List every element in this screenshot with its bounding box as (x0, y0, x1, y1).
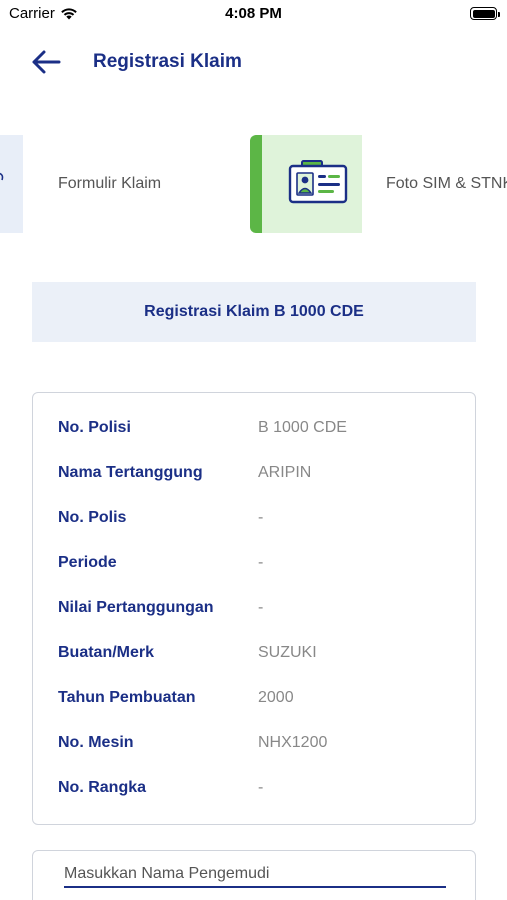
back-button[interactable] (30, 48, 70, 76)
step-foto-sim-stnk[interactable]: Foto SIM & STNK (386, 175, 507, 193)
info-row: No. Polisi B 1000 CDE (58, 419, 458, 441)
info-label: Buatan/Merk (58, 644, 155, 661)
info-label: No. Polisi (58, 419, 131, 436)
arrow-left-icon (32, 50, 61, 74)
claim-registration-title: Registrasi Klaim B 1000 CDE (144, 303, 364, 320)
step-foto-sim-stnk-active[interactable] (250, 135, 362, 233)
info-row: Periode - (58, 554, 458, 576)
battery-icon (470, 7, 500, 20)
status-bar: Carrier 4:08 PM (0, 0, 507, 28)
info-row: Nama Tertanggung ARIPIN (58, 464, 458, 486)
driver-name-card (32, 850, 476, 900)
info-label: Nilai Pertanggungan (58, 599, 214, 616)
info-label: No. Mesin (58, 734, 134, 751)
info-value: - (258, 554, 264, 571)
info-value: 2000 (258, 689, 294, 706)
info-row: No. Mesin NHX1200 (58, 734, 458, 756)
status-time: 4:08 PM (225, 5, 282, 22)
driver-name-input[interactable] (64, 862, 446, 888)
claim-registration-header: Registrasi Klaim B 1000 CDE (32, 282, 476, 342)
info-label: No. Polis (58, 509, 127, 526)
info-label: Periode (58, 554, 117, 571)
info-value: - (258, 599, 264, 616)
info-row: No. Rangka - (58, 779, 458, 801)
info-row: No. Polis - (58, 509, 458, 531)
navigation-bar: Registrasi Klaim (0, 40, 507, 84)
info-row: Buatan/Merk SUZUKI (58, 644, 458, 666)
partial-step-icon (0, 172, 4, 181)
info-label: Tahun Pembuatan (58, 689, 196, 706)
info-value: - (258, 509, 264, 526)
policy-info-card: No. Polisi B 1000 CDE Nama Tertanggung A… (32, 392, 476, 825)
info-row: Tahun Pembuatan 2000 (58, 689, 458, 711)
info-label: Nama Tertanggung (58, 464, 203, 481)
page-title: Registrasi Klaim (93, 51, 242, 72)
claim-step-tabs: Formulir Klaim Foto SIM & STNK (0, 135, 507, 233)
info-value: SUZUKI (258, 644, 317, 661)
info-value: B 1000 CDE (258, 419, 347, 436)
info-value: NHX1200 (258, 734, 328, 751)
info-row: Nilai Pertanggungan - (58, 599, 458, 621)
info-value: ARIPIN (258, 464, 312, 481)
id-card-icon (288, 160, 348, 204)
step-formulir-klaim[interactable]: Formulir Klaim (58, 175, 161, 193)
step-previous[interactable] (0, 135, 23, 233)
info-value: - (258, 779, 264, 796)
info-label: No. Rangka (58, 779, 147, 796)
